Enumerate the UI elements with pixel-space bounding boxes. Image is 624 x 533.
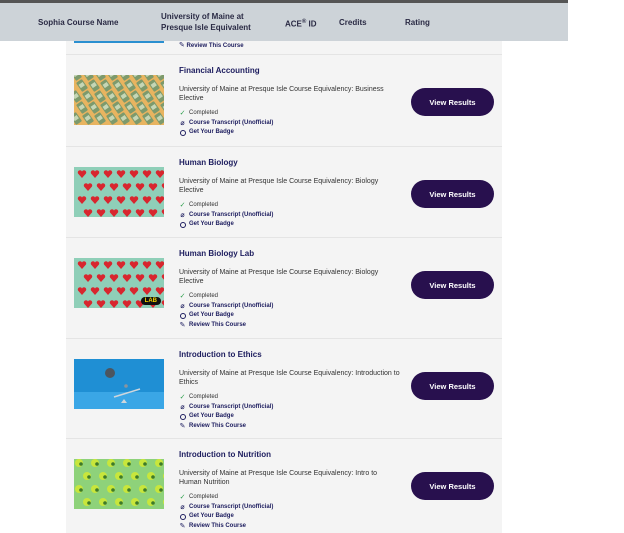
previous-course-row-stub: ✎ Review This Course — [66, 41, 502, 54]
course-status-links: ✓ Completed ⌀ Course Transcript (Unofficial… — [179, 493, 273, 531]
course-equivalency-description: University of Maine at Presque Isle Cour… — [179, 178, 379, 194]
lab-badge: LAB — [140, 297, 161, 305]
course-status-links: ✓ Completed ⌀ Course Transcript (Unofficial… — [179, 201, 273, 230]
course-title[interactable]: Human Biology — [179, 158, 238, 167]
checkmark-icon: ✓ — [179, 293, 186, 300]
completed-status: ✓ Completed — [179, 293, 219, 300]
course-thumbnail — [74, 459, 164, 509]
course-thumbnail — [74, 75, 164, 125]
course-row: Introduction to Ethics University of Main… — [66, 338, 502, 438]
course-transcript-link[interactable]: ⌀ Course Transcript (Unofficial) — [179, 119, 273, 129]
circle-icon — [179, 513, 186, 520]
get-badge-link[interactable]: Get Your Badge — [179, 220, 273, 230]
circle-icon — [179, 413, 186, 420]
paperclip-icon: ⌀ — [180, 119, 185, 127]
pencil-icon: ✎ — [179, 422, 186, 430]
circle-icon — [179, 312, 186, 319]
course-row: LAB Human Biology Lab University of Maine … — [66, 237, 502, 338]
course-status-links: ✓ Completed ⌀ Course Transcript (Unofficial… — [179, 109, 273, 138]
course-status-links: ✓ Completed ⌀ Course Transcript (Unofficial… — [179, 393, 273, 431]
course-row: Human Biology University of Maine at Pres… — [66, 146, 502, 237]
course-thumbnail: LAB — [74, 258, 164, 308]
course-title[interactable]: Human Biology Lab — [179, 249, 254, 258]
get-badge-link[interactable]: Get Your Badge — [179, 412, 273, 422]
view-results-button[interactable]: View Results — [411, 372, 494, 400]
pencil-icon: ✎ — [179, 522, 186, 530]
completed-status: ✓ Completed — [179, 110, 219, 117]
course-row: Introduction to Nutrition University of M… — [66, 438, 502, 533]
circle-icon — [179, 129, 186, 136]
checkmark-icon: ✓ — [179, 494, 186, 501]
course-list: ✎ Review This Course Financial Accountin… — [66, 41, 502, 533]
view-results-button[interactable]: View Results — [411, 271, 494, 299]
course-title[interactable]: Introduction to Ethics — [179, 350, 262, 359]
paperclip-icon: ⌀ — [180, 403, 185, 411]
course-transcript-link[interactable]: ⌀ Course Transcript (Unofficial) — [179, 211, 273, 221]
paperclip-icon: ⌀ — [180, 302, 185, 310]
course-thumbnail — [74, 41, 164, 43]
table-header: Sophia Course Name University of Maine a… — [0, 3, 568, 41]
course-title[interactable]: Financial Accounting — [179, 66, 260, 75]
checkmark-icon: ✓ — [179, 110, 186, 117]
pencil-icon: ✎ — [179, 321, 186, 329]
get-badge-link[interactable]: Get Your Badge — [179, 512, 273, 522]
column-header-rating[interactable]: Rating — [405, 17, 430, 28]
paperclip-icon: ⌀ — [180, 211, 185, 219]
get-badge-link[interactable]: Get Your Badge — [179, 128, 273, 138]
checkmark-icon: ✓ — [179, 202, 186, 209]
review-course-link[interactable]: ✎ Review This Course — [179, 321, 273, 331]
course-thumbnail — [74, 167, 164, 217]
view-results-button[interactable]: View Results — [411, 180, 494, 208]
column-header-ace-id[interactable]: ACE® ID — [285, 17, 317, 30]
completed-status: ✓ Completed — [179, 394, 219, 401]
circle-icon — [179, 221, 186, 228]
course-transcript-link[interactable]: ⌀ Course Transcript (Unofficial) — [179, 403, 273, 413]
review-course-link[interactable]: ✎ Review This Course — [179, 522, 273, 532]
view-results-button[interactable]: View Results — [411, 88, 494, 116]
course-thumbnail — [74, 359, 164, 409]
checkmark-icon: ✓ — [179, 394, 186, 401]
view-results-button[interactable]: View Results — [411, 472, 494, 500]
course-status-links: ✓ Completed ⌀ Course Transcript (Unofficial… — [179, 292, 273, 330]
course-equivalency-description: University of Maine at Presque Isle Cour… — [179, 470, 378, 486]
review-course-link[interactable]: ✎ Review This Course — [179, 41, 244, 49]
column-header-credits[interactable]: Credits — [339, 17, 367, 28]
paperclip-icon: ⌀ — [180, 503, 185, 511]
completed-status: ✓ Completed — [179, 202, 219, 209]
get-badge-link[interactable]: Get Your Badge — [179, 311, 273, 321]
pencil-icon: ✎ — [179, 42, 185, 49]
course-row: Financial Accounting University of Maine … — [66, 54, 502, 146]
course-equivalency-description: University of Maine at Presque Isle Cour… — [179, 370, 400, 386]
column-header-course-name[interactable]: Sophia Course Name — [38, 17, 118, 28]
completed-status: ✓ Completed — [179, 494, 219, 501]
column-header-equivalent[interactable]: University of Maine at Presque Isle Equi… — [161, 11, 271, 33]
course-equivalency-description: University of Maine at Presque Isle Cour… — [179, 86, 384, 102]
course-title[interactable]: Introduction to Nutrition — [179, 450, 271, 459]
course-transcript-link[interactable]: ⌀ Course Transcript (Unofficial) — [179, 503, 273, 513]
course-transcript-link[interactable]: ⌀ Course Transcript (Unofficial) — [179, 302, 273, 312]
review-course-link[interactable]: ✎ Review This Course — [179, 422, 273, 432]
course-equivalency-description: University of Maine at Presque Isle Cour… — [179, 269, 379, 285]
